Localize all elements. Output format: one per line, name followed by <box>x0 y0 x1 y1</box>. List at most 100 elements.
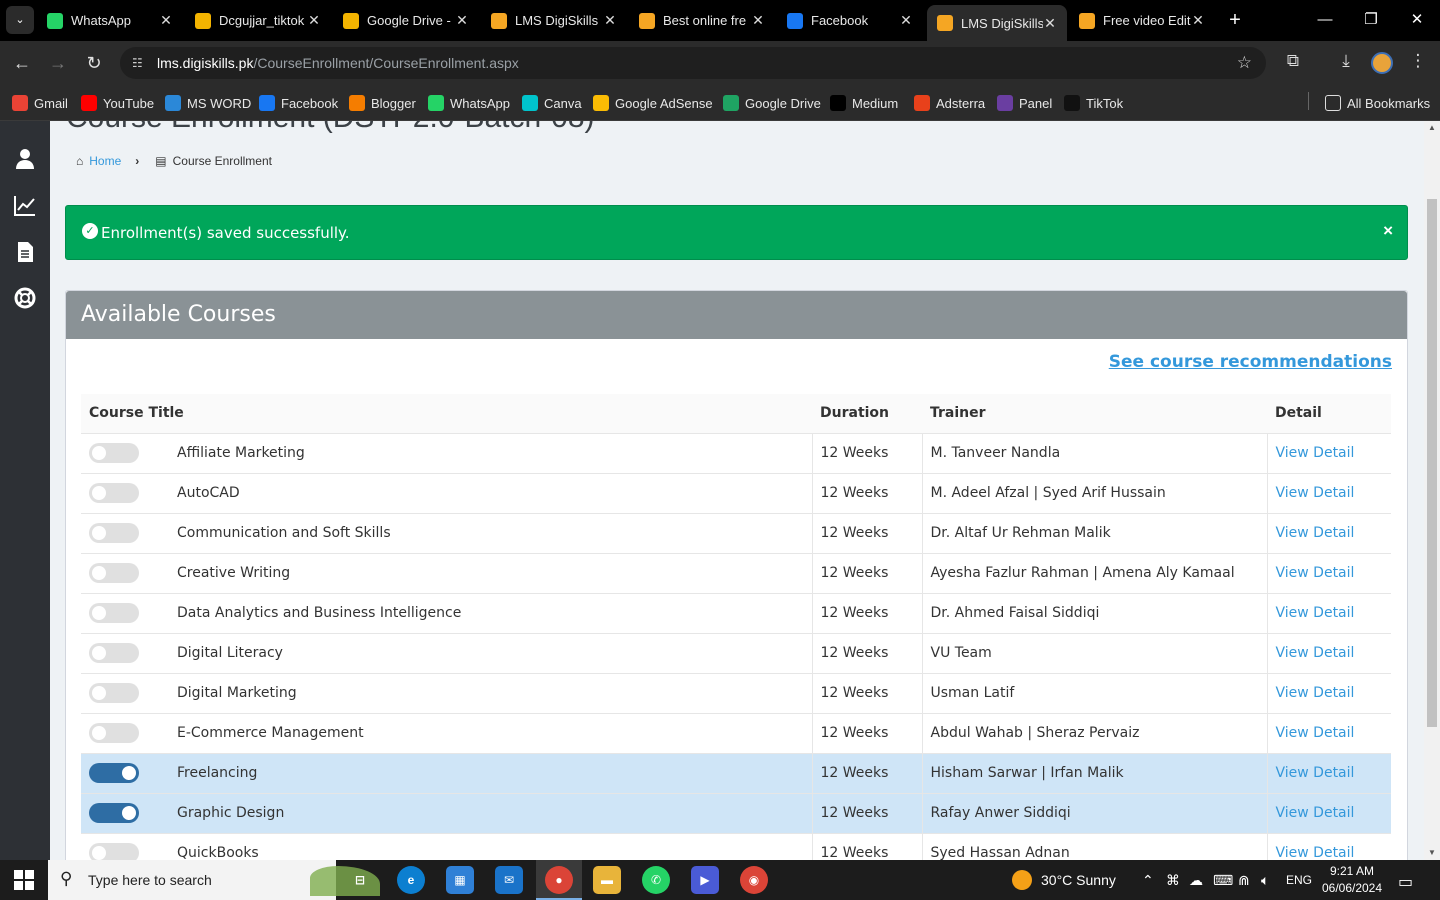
enroll-toggle[interactable] <box>89 763 139 783</box>
bookmark-item[interactable]: Adsterra <box>914 93 985 113</box>
enroll-toggle[interactable] <box>89 803 139 823</box>
scroll-down-arrow[interactable]: ▼ <box>1427 848 1437 857</box>
bookmark-item[interactable]: Medium <box>830 93 898 113</box>
extensions-icon[interactable]: ⧉ <box>1281 51 1305 75</box>
enroll-toggle[interactable] <box>89 483 139 503</box>
reload-button[interactable]: ↻ <box>80 49 108 77</box>
close-tab-icon[interactable]: ✕ <box>603 12 617 29</box>
whatsapp-icon[interactable]: ✆ <box>642 866 670 894</box>
course-recommendations-link[interactable]: See course recommendations <box>1109 352 1392 372</box>
browser-tab[interactable]: Free video Edit ✕ <box>1069 0 1215 41</box>
browser-tab[interactable]: Dcgujjar_tiktok ✕ <box>185 0 331 41</box>
bookmark-item[interactable]: Canva <box>522 93 582 113</box>
bookmark-item[interactable]: Google AdSense <box>593 93 713 113</box>
chrome-icon[interactable]: ◉ <box>740 866 768 894</box>
back-button[interactable]: ← <box>8 49 36 77</box>
close-tab-icon[interactable]: ✕ <box>1043 15 1057 32</box>
bookmark-item[interactable]: Panel <box>997 93 1052 113</box>
address-bar[interactable]: ☷ lms.digiskills.pk/CourseEnrollment/Cou… <box>120 47 1266 79</box>
close-tab-icon[interactable]: ✕ <box>1191 12 1205 29</box>
close-tab-icon[interactable]: ✕ <box>455 12 469 29</box>
wifi-icon[interactable]: ⋒ <box>1238 872 1250 889</box>
view-detail-link[interactable]: View Detail <box>1276 845 1355 860</box>
edge-icon[interactable]: e <box>397 866 425 894</box>
enroll-toggle[interactable] <box>89 643 139 663</box>
close-tab-icon[interactable]: ✕ <box>751 12 765 29</box>
all-bookmarks-button[interactable]: All Bookmarks <box>1325 93 1430 113</box>
task-view-icon[interactable]: ⊟ <box>346 866 374 894</box>
enroll-toggle[interactable] <box>89 843 139 860</box>
browser-tab[interactable]: Google Drive - ✕ <box>333 0 479 41</box>
browser-menu-icon[interactable]: ⋮ <box>1406 51 1430 75</box>
close-window-button[interactable]: ✕ <box>1394 0 1440 41</box>
close-alert-button[interactable]: × <box>1383 221 1393 241</box>
windows-start-button[interactable] <box>14 870 34 890</box>
user-icon[interactable] <box>13 147 37 171</box>
enroll-toggle[interactable] <box>89 723 139 743</box>
weather-text[interactable]: 30°C Sunny <box>1041 872 1116 888</box>
bookmark-item[interactable]: WhatsApp <box>428 93 510 113</box>
ime-icon[interactable]: ⌨ <box>1213 872 1233 889</box>
store-icon[interactable]: ▦ <box>446 866 474 894</box>
view-detail-link[interactable]: View Detail <box>1276 485 1355 501</box>
scroll-up-arrow[interactable]: ▲ <box>1427 123 1437 132</box>
document-icon[interactable] <box>13 240 37 264</box>
close-tab-icon[interactable]: ✕ <box>307 12 321 29</box>
chrome-profile-icon[interactable]: ● <box>545 866 573 894</box>
view-detail-link[interactable]: View Detail <box>1276 765 1355 781</box>
downloads-icon[interactable]: ⤓ <box>1334 51 1358 75</box>
browser-tab[interactable]: LMS DigiSkills ✕ <box>481 0 627 41</box>
new-tab-button[interactable]: + <box>1222 8 1248 34</box>
meet-icon[interactable]: ⌘ <box>1166 872 1180 889</box>
bookmark-item[interactable]: Gmail <box>12 93 68 113</box>
bookmark-item[interactable]: YouTube <box>81 93 154 113</box>
forward-button[interactable]: → <box>44 49 72 77</box>
lifebuoy-icon[interactable] <box>13 286 37 310</box>
onedrive-icon[interactable]: ☁ <box>1189 872 1203 889</box>
view-detail-link[interactable]: View Detail <box>1276 685 1355 701</box>
browser-tab[interactable]: Best online fre ✕ <box>629 0 775 41</box>
browser-tab[interactable]: LMS DigiSkills ✕ <box>927 5 1067 41</box>
browser-tab[interactable]: WhatsApp ✕ <box>37 0 183 41</box>
enroll-toggle[interactable] <box>89 603 139 623</box>
bookmark-star-icon[interactable]: ☆ <box>1237 53 1252 73</box>
view-detail-link[interactable]: View Detail <box>1276 725 1355 741</box>
mail-icon[interactable]: ✉ <box>495 866 523 894</box>
site-info-icon[interactable]: ☷ <box>132 56 146 70</box>
bookmark-item[interactable]: Facebook <box>259 93 338 113</box>
enroll-toggle[interactable] <box>89 683 139 703</box>
page-scrollbar[interactable]: ▲ ▼ <box>1424 121 1440 860</box>
volume-icon[interactable]: 🔈︎ <box>1261 872 1269 889</box>
language-indicator[interactable]: ENG <box>1286 873 1312 887</box>
profile-avatar[interactable] <box>1371 52 1393 74</box>
enroll-toggle[interactable] <box>89 563 139 583</box>
close-tab-icon[interactable]: ✕ <box>899 12 913 29</box>
view-detail-link[interactable]: View Detail <box>1276 805 1355 821</box>
breadcrumb-home-link[interactable]: Home <box>89 154 121 168</box>
file-explorer-icon[interactable]: ▬ <box>593 866 621 894</box>
restore-button[interactable]: ❐ <box>1348 0 1394 41</box>
view-detail-link[interactable]: View Detail <box>1276 605 1355 621</box>
view-detail-link[interactable]: View Detail <box>1276 645 1355 661</box>
taskbar-search-box[interactable]: ⚲ Type here to search <box>48 860 380 900</box>
close-tab-icon[interactable]: ✕ <box>159 12 173 29</box>
taskbar-clock[interactable]: 9:21 AM 06/06/2024 <box>1318 863 1386 897</box>
bookmark-item[interactable]: MS WORD <box>165 93 251 113</box>
view-detail-link[interactable]: View Detail <box>1276 445 1355 461</box>
view-detail-link[interactable]: View Detail <box>1276 525 1355 541</box>
browser-tab[interactable]: Facebook ✕ <box>777 0 923 41</box>
notifications-icon[interactable]: ▭ <box>1398 872 1413 892</box>
scrollbar-thumb[interactable] <box>1427 199 1437 727</box>
chart-line-icon[interactable] <box>13 193 37 217</box>
enroll-toggle[interactable] <box>89 443 139 463</box>
enroll-toggle[interactable] <box>89 523 139 543</box>
browser-tab-bar: ⌄ WhatsApp ✕ Dcgujjar_tiktok ✕ Google Drive … <box>0 0 1440 41</box>
tab-search-button[interactable]: ⌄ <box>6 6 34 34</box>
bookmark-item[interactable]: Blogger <box>349 93 416 113</box>
tray-chevron-icon[interactable]: ⌃ <box>1142 872 1154 889</box>
bookmark-item[interactable]: Google Drive <box>723 93 821 113</box>
bookmark-item[interactable]: TikTok <box>1064 93 1123 113</box>
capcut-icon[interactable]: ▶ <box>691 866 719 894</box>
view-detail-link[interactable]: View Detail <box>1276 565 1355 581</box>
minimize-button[interactable]: — <box>1302 0 1348 41</box>
